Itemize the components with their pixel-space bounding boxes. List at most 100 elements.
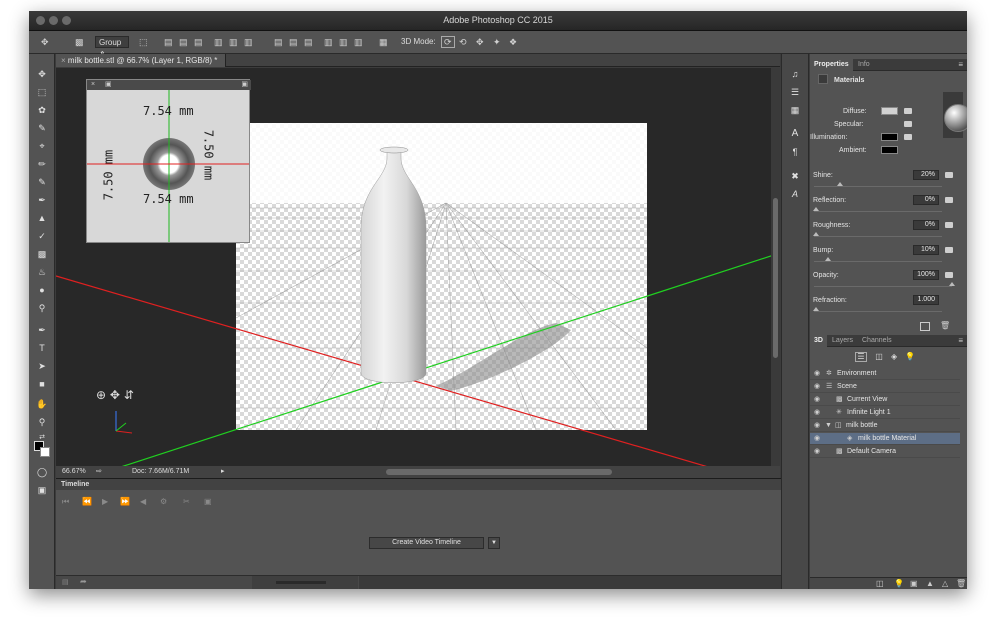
export-icon[interactable]: ⇨	[96, 466, 102, 478]
secondary-view-panel[interactable]: × ▣ ▣ 7.54 mm 7.54 mm 7.50 mm 7.50 mm	[86, 79, 251, 243]
align-bottom-icon[interactable]: ▤	[194, 37, 203, 47]
drag-3d-icon[interactable]: ✥	[476, 37, 484, 47]
list-item[interactable]: ◉ ▩ Current View	[810, 394, 960, 406]
align-top-icon[interactable]: ▤	[164, 37, 173, 47]
horizontal-scroll-thumb[interactable]	[386, 469, 612, 475]
align-vcenter-icon[interactable]: ▤	[179, 37, 188, 47]
new-material-icon[interactable]	[920, 322, 930, 331]
shine-slider[interactable]	[814, 186, 942, 187]
filter-lights-icon[interactable]: 💡	[905, 352, 915, 361]
visibility-eye-icon[interactable]: ◉	[814, 381, 820, 393]
tab-properties[interactable]: Properties	[810, 59, 853, 71]
move-tool-icon[interactable]: ✥	[41, 37, 49, 47]
refraction-slider-thumb[interactable]	[813, 307, 819, 311]
close-tab-icon[interactable]: ×	[61, 56, 66, 65]
next-frame-icon[interactable]: ⏩	[120, 497, 130, 507]
distribute-bottom-icon[interactable]: ▤	[304, 37, 313, 47]
swap-views-icon[interactable]: ▣	[241, 80, 248, 90]
render-video-icon[interactable]: ➦	[80, 577, 87, 586]
opacity-slider-thumb[interactable]	[949, 282, 955, 286]
orbit-3d-icon[interactable]: ⟳	[441, 36, 455, 48]
scale-3d-icon[interactable]: ❖	[509, 37, 517, 47]
audio-icon[interactable]: ◀	[140, 497, 146, 507]
vertical-scroll-thumb[interactable]	[773, 198, 778, 358]
illumination-color-swatch[interactable]	[881, 133, 898, 141]
visibility-eye-icon[interactable]: ◉	[814, 368, 820, 380]
roughness-value[interactable]: 0%	[913, 220, 939, 230]
rectangle-tool-icon[interactable]: ■	[36, 378, 48, 390]
transform-controls-icon[interactable]: ⬚	[139, 37, 148, 47]
add-light-icon[interactable]: 💡	[894, 578, 904, 589]
visibility-eye-icon[interactable]: ◉	[814, 407, 820, 419]
shine-folder-icon[interactable]	[945, 172, 953, 178]
shine-value[interactable]: 20%	[913, 170, 939, 180]
list-item[interactable]: ◉ ✳ Infinite Light 1	[810, 407, 960, 419]
timeline-type-dropdown-icon[interactable]: ▼	[488, 537, 500, 549]
tab-layers[interactable]: Layers	[828, 335, 857, 347]
align-right-icon[interactable]: ▥	[244, 37, 253, 47]
roll-3d-icon[interactable]: ⟲	[459, 37, 467, 47]
play-icon[interactable]: ▶	[102, 497, 108, 507]
lasso-tool-icon[interactable]: ✿	[36, 104, 48, 116]
align-hcenter-icon[interactable]: ▥	[229, 37, 238, 47]
move-tool-icon[interactable]: ✥	[36, 68, 48, 80]
transition-icon[interactable]: ▣	[204, 497, 212, 507]
opacity-slider[interactable]	[814, 286, 952, 287]
paint-bucket-tool-icon[interactable]: ♨	[36, 266, 48, 278]
tab-channels[interactable]: Channels	[858, 335, 896, 347]
bump-folder-icon[interactable]	[945, 247, 953, 253]
render-icon[interactable]: ◫	[876, 578, 884, 589]
refraction-slider[interactable]	[814, 311, 942, 312]
list-item[interactable]: ◉ ▼ ◫ milk bottle	[810, 420, 960, 432]
material-preview-sphere[interactable]	[944, 104, 967, 132]
visibility-eye-icon[interactable]: ◉	[814, 446, 820, 458]
reflection-folder-icon[interactable]	[945, 197, 953, 203]
diffuse-texture-folder-icon[interactable]	[904, 108, 912, 114]
filter-meshes-icon[interactable]: ◫	[875, 352, 883, 361]
distribute-hcenter-icon[interactable]: ▥	[339, 37, 348, 47]
glyphs-panel-icon[interactable]: A	[789, 188, 801, 200]
path-select-tool-icon[interactable]: ➤	[36, 360, 48, 372]
healing-brush-tool-icon[interactable]: ✎	[36, 176, 48, 188]
ambient-color-swatch[interactable]	[881, 146, 898, 154]
reflection-slider[interactable]	[814, 211, 942, 212]
3d-history-icon[interactable]: ♫	[789, 68, 801, 80]
shine-slider-thumb[interactable]	[837, 182, 843, 186]
properties-menu-icon[interactable]: ≡	[958, 59, 963, 71]
tab-info[interactable]: Info	[854, 59, 874, 71]
new-3d-object-icon[interactable]: △	[942, 578, 948, 589]
distribute-top-icon[interactable]: ▤	[274, 37, 283, 47]
align-left-icon[interactable]: ▥	[214, 37, 223, 47]
quick-mask-icon[interactable]: ◯	[36, 466, 48, 478]
roughness-slider-thumb[interactable]	[813, 232, 819, 236]
background-color-swatch[interactable]	[40, 447, 50, 457]
timeline-zoom-slider[interactable]	[276, 581, 326, 584]
opacity-value[interactable]: 100%	[913, 270, 939, 280]
split-scissors-icon[interactable]: ✂	[183, 497, 190, 507]
3d-axis-widget[interactable]: ⊕ ✥ ⇵	[96, 388, 134, 434]
close-secondary-view-icon[interactable]: ×	[91, 80, 95, 90]
history-brush-tool-icon[interactable]: ✓	[36, 230, 48, 242]
adjustments-icon[interactable]: ☰	[789, 86, 801, 98]
zoom-level[interactable]: 66.67%	[62, 466, 86, 478]
screen-mode-icon[interactable]: ▣	[36, 484, 48, 496]
ground-shadow-icon[interactable]: ▲	[926, 578, 934, 589]
clone-stamp-tool-icon[interactable]: ▲	[36, 212, 48, 224]
bump-slider[interactable]	[814, 261, 942, 262]
crop-tool-icon[interactable]: ⌖	[36, 140, 48, 152]
bump-value[interactable]: 10%	[913, 245, 939, 255]
list-item[interactable]: ◉ ◈ milk bottle Material	[810, 433, 960, 445]
opacity-folder-icon[interactable]	[945, 272, 953, 278]
type-tool-icon[interactable]: T	[36, 342, 48, 354]
first-frame-icon[interactable]: ⏮	[62, 497, 69, 507]
list-item[interactable]: ◉ ▩ Default Camera	[810, 446, 960, 458]
pen-tool-icon[interactable]: ✒	[36, 324, 48, 336]
visibility-eye-icon[interactable]: ◉	[814, 433, 820, 445]
reflection-slider-thumb[interactable]	[813, 207, 819, 211]
specular-folder-icon[interactable]	[904, 121, 912, 127]
blur-tool-icon[interactable]: ●	[36, 284, 48, 296]
auto-select-icon[interactable]: ▩	[75, 37, 84, 47]
tab-3d[interactable]: 3D	[810, 335, 827, 347]
character-panel-icon[interactable]: A	[789, 128, 801, 140]
eraser-tool-icon[interactable]: ▩	[36, 248, 48, 260]
